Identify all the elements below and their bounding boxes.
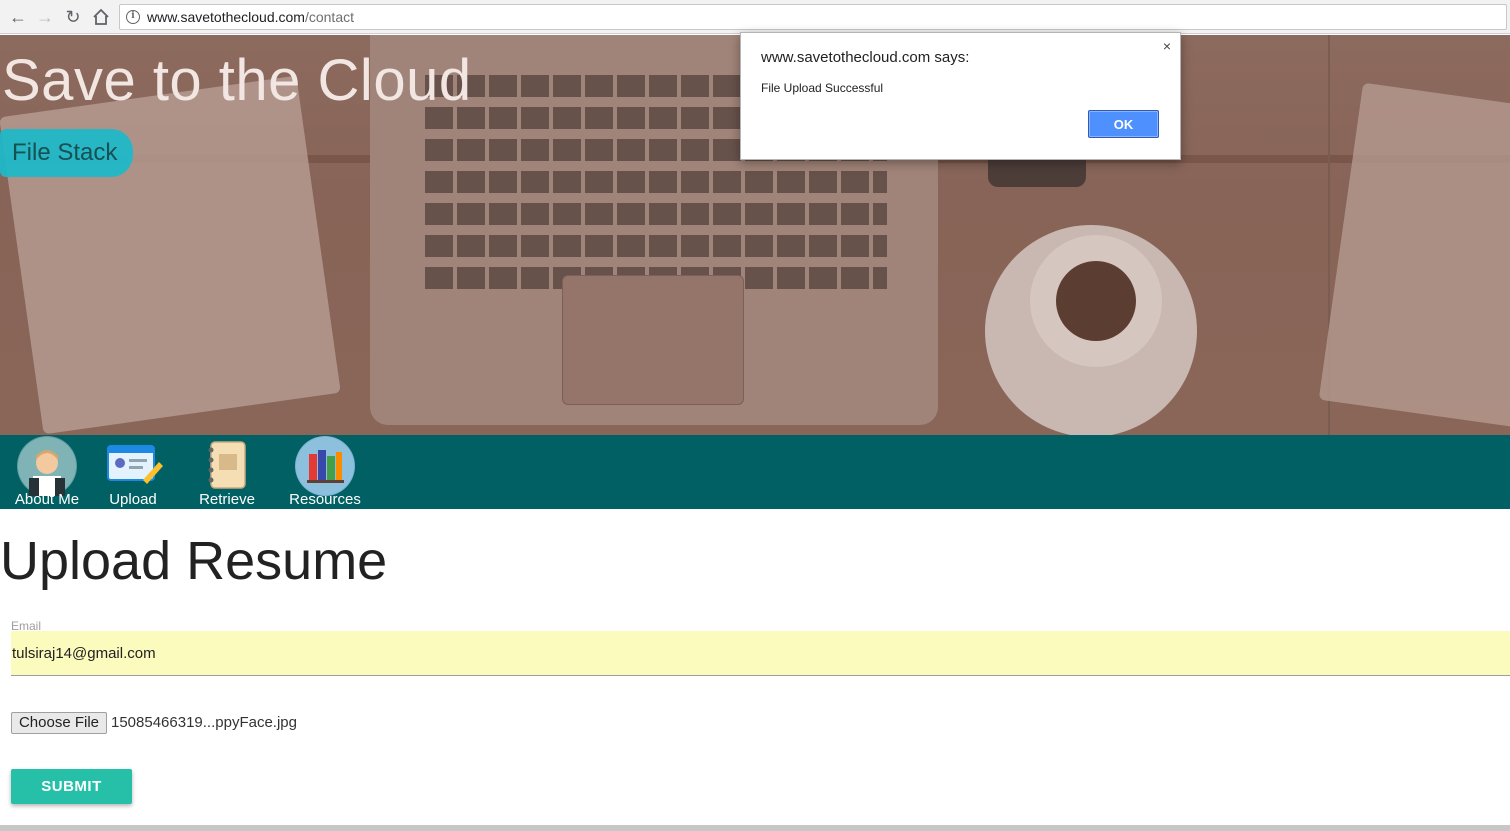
browser-toolbar: ← → ↻ i www.savetothecloud.com/contact [0, 0, 1510, 34]
horizontal-scrollbar[interactable] [0, 825, 1510, 831]
url-host: www.savetothecloud.com [147, 9, 305, 25]
url-path: /contact [304, 9, 354, 25]
alert-dialog: × www.savetothecloud.com says: File Uplo… [740, 32, 1181, 160]
back-icon[interactable]: ← [7, 6, 29, 28]
page-title: Upload Resume [0, 531, 388, 591]
hero-trackpad-image [562, 275, 744, 405]
file-stack-button[interactable]: File Stack [0, 129, 133, 177]
hero-notebook-image-right [1318, 82, 1510, 428]
hero-coffee-image [1056, 261, 1136, 341]
nav-item-label: Resources [289, 491, 361, 508]
home-icon[interactable] [90, 6, 112, 28]
address-bar[interactable]: i www.savetothecloud.com/contact [119, 4, 1507, 30]
close-icon[interactable]: × [1163, 38, 1171, 54]
info-icon[interactable]: i [126, 10, 140, 24]
nav-item-label: Retrieve [199, 491, 255, 508]
url-text: www.savetothecloud.com/contact [147, 9, 354, 25]
nav-item-label: Upload [109, 491, 157, 508]
email-field[interactable] [11, 631, 1510, 676]
site-title: Save to the Cloud [2, 48, 472, 113]
books-icon [295, 436, 355, 496]
reload-icon[interactable]: ↻ [62, 6, 84, 28]
dialog-heading: www.savetothecloud.com says: [761, 49, 970, 66]
nav-item-upload[interactable]: Upload [102, 435, 164, 509]
dialog-message: File Upload Successful [761, 81, 884, 95]
notebook-icon [197, 436, 257, 496]
nav-item-about-me[interactable]: About Me [10, 435, 84, 509]
choose-file-button[interactable]: Choose File [11, 712, 107, 734]
nav-item-resources[interactable]: Resources [288, 435, 362, 509]
submit-button[interactable]: SUBMIT [11, 769, 132, 804]
selected-file-name: 15085466319...ppyFace.jpg [111, 714, 297, 731]
ok-button[interactable]: OK [1088, 110, 1159, 138]
nav-bar: About Me Upload Retrieve Resources [0, 435, 1510, 509]
person-avatar-icon [17, 436, 77, 496]
nav-item-retrieve[interactable]: Retrieve [196, 435, 258, 509]
nav-item-label: About Me [14, 491, 80, 508]
forward-icon[interactable]: → [34, 6, 56, 28]
id-card-icon [103, 436, 163, 496]
